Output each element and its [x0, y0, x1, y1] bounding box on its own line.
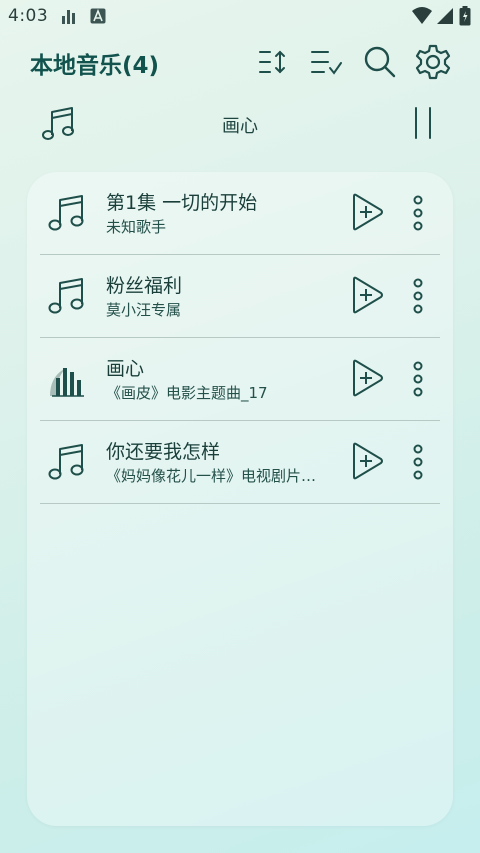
multi-select-icon [311, 51, 342, 75]
more-options-button[interactable] [408, 443, 428, 481]
now-playing-bar[interactable]: 画心 [0, 96, 480, 152]
app-header: 本地音乐(4) [0, 34, 480, 90]
accessibility-a-icon [90, 8, 106, 29]
song-title: 第1集 一切的开始 [106, 192, 258, 214]
more-vertical-icon [413, 195, 423, 231]
more-vertical-icon [413, 278, 423, 314]
status-bar: 4:03 [0, 0, 480, 34]
music-note-icon [46, 439, 88, 485]
add-to-queue-button[interactable] [350, 275, 384, 315]
play-add-icon [353, 193, 383, 231]
search-button[interactable] [360, 42, 400, 82]
list-item[interactable]: 画心 《画皮》电影主题曲_17 [40, 338, 440, 421]
list-item[interactable]: 第1集 一切的开始 未知歌手 [40, 172, 440, 255]
more-options-button[interactable] [408, 360, 428, 398]
song-title: 画心 [106, 358, 145, 380]
status-time: 4:03 [8, 6, 49, 26]
song-artist: 《妈妈像花儿一样》电视剧片… [106, 467, 317, 485]
add-to-queue-button[interactable] [350, 192, 384, 232]
play-add-icon [353, 442, 383, 480]
play-add-icon [353, 359, 383, 397]
song-artist: 莫小汪专属 [106, 301, 182, 319]
gear-icon [415, 44, 451, 80]
sort-button[interactable] [254, 42, 294, 82]
more-options-button[interactable] [408, 277, 428, 315]
cell-signal-icon [436, 6, 454, 31]
song-artist: 未知歌手 [106, 218, 167, 236]
more-vertical-icon [413, 361, 423, 397]
play-add-icon [353, 276, 383, 314]
song-list: 第1集 一切的开始 未知歌手 粉丝福利 莫小汪专属 画心 《画皮》电影主题曲_1… [27, 172, 453, 826]
settings-button[interactable] [413, 42, 453, 82]
battery-icon [459, 6, 471, 31]
equalizer-icon [46, 356, 88, 402]
pause-icon [415, 107, 431, 139]
add-to-queue-button[interactable] [350, 358, 384, 398]
signal-bars-icon [60, 8, 78, 29]
list-item[interactable]: 你还要我怎样 《妈妈像花儿一样》电视剧片… [40, 421, 440, 504]
page-title: 本地音乐(4) [30, 53, 160, 79]
more-vertical-icon [413, 444, 423, 480]
sort-icon [259, 50, 285, 74]
song-artist: 《画皮》电影主题曲_17 [106, 384, 268, 402]
song-title: 粉丝福利 [106, 275, 183, 297]
wifi-icon [411, 6, 433, 31]
music-note-icon [46, 190, 88, 236]
song-title: 你还要我怎样 [106, 441, 221, 463]
more-options-button[interactable] [408, 194, 428, 232]
pause-button[interactable] [408, 104, 438, 148]
search-icon [364, 46, 396, 78]
add-to-queue-button[interactable] [350, 441, 384, 481]
music-note-icon [46, 273, 88, 319]
multi-select-button[interactable] [306, 42, 346, 82]
list-item[interactable]: 粉丝福利 莫小汪专属 [40, 255, 440, 338]
